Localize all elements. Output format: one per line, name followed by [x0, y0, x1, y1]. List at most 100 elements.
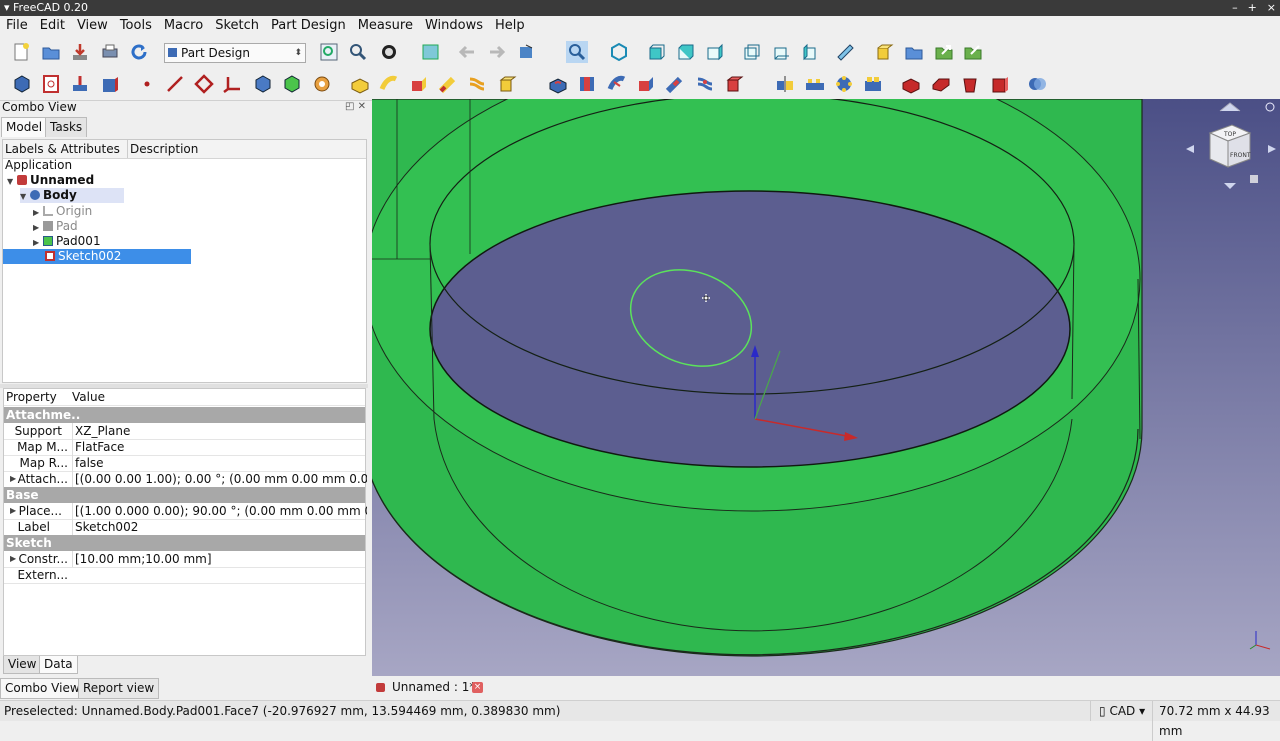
property-group-sketch[interactable]: Sketch — [4, 535, 365, 551]
datum-line-icon[interactable] — [164, 73, 186, 95]
tree-item-pad001[interactable]: ▶ Pad001 — [33, 234, 101, 249]
draft-icon[interactable] — [959, 73, 981, 95]
rear-view-icon[interactable] — [740, 41, 762, 63]
map-sketch-icon[interactable] — [99, 73, 121, 95]
tree-header-labels[interactable]: Labels & Attributes — [5, 140, 120, 158]
create-group-icon[interactable] — [903, 41, 925, 63]
zoom-icon[interactable] — [566, 41, 588, 63]
3d-viewport[interactable]: TOP FRONT — [372, 99, 1280, 676]
tree-item-pad[interactable]: ▶ Pad — [33, 219, 78, 234]
std-view-menu-icon[interactable] — [516, 41, 538, 63]
refresh-icon[interactable] — [128, 41, 150, 63]
property-row-label[interactable]: Label Sketch002 — [4, 519, 365, 536]
pad-icon[interactable] — [349, 73, 371, 95]
menu-edit[interactable]: Edit — [34, 16, 71, 36]
thickness-icon[interactable] — [989, 73, 1011, 95]
additive-loft-icon[interactable] — [408, 73, 430, 95]
additive-helix-icon[interactable] — [466, 73, 488, 95]
dock-buttons[interactable]: ◰ ✕ — [345, 100, 366, 114]
property-row-map-mode[interactable]: Map M... FlatFace — [4, 439, 365, 456]
menu-tools[interactable]: Tools — [114, 16, 158, 36]
additive-pipe-icon[interactable] — [437, 73, 459, 95]
expand-arrow-icon[interactable]: ▶ — [33, 205, 43, 220]
draw-style-icon[interactable] — [378, 41, 400, 63]
polar-pattern-icon[interactable] — [833, 73, 855, 95]
property-row-constraints[interactable]: ▶ Constr... [10.00 mm;10.00 mm] — [4, 551, 365, 568]
forward-arrow-icon[interactable] — [486, 41, 508, 63]
tree-item-body[interactable]: ▼ Body — [20, 188, 124, 203]
pocket-icon[interactable] — [547, 73, 569, 95]
property-value-attach-offset[interactable]: [(0.00 0.00 1.00); 0.00 °; (0.00 mm 0.00… — [72, 471, 367, 487]
multi-transform-icon[interactable] — [862, 73, 884, 95]
subtractive-helix-icon[interactable] — [694, 73, 716, 95]
link-icon[interactable] — [933, 41, 955, 63]
datum-point-icon[interactable] — [136, 73, 158, 95]
property-value-placement[interactable]: [(1.00 0.000 0.00); 90.00 °; (0.00 mm 0.… — [72, 503, 367, 519]
property-row-placement[interactable]: ▶ Place... [(1.00 0.000 0.00); 90.00 °; … — [4, 503, 367, 520]
front-view-icon[interactable] — [645, 41, 667, 63]
menu-measure[interactable]: Measure — [352, 16, 419, 36]
property-value-map-reversed[interactable]: false — [72, 455, 367, 471]
navcube-menu-icon[interactable] — [1250, 175, 1258, 183]
tab-view[interactable]: View — [3, 656, 42, 674]
property-value-map-mode[interactable]: FlatFace — [72, 439, 367, 455]
menu-view[interactable]: View — [71, 16, 114, 36]
menu-help[interactable]: Help — [489, 16, 531, 36]
top-view-icon[interactable] — [674, 41, 696, 63]
create-body-icon[interactable] — [11, 73, 33, 95]
subtractive-loft-icon[interactable] — [635, 73, 657, 95]
tab-tasks[interactable]: Tasks — [45, 117, 88, 137]
property-row-map-reversed[interactable]: Map R... false — [4, 455, 365, 472]
left-view-icon[interactable] — [799, 41, 821, 63]
isometric-view-icon[interactable] — [608, 41, 630, 63]
tree-item-document[interactable]: ▼ Unnamed — [7, 173, 94, 188]
property-row-support[interactable]: Support XZ_Plane — [4, 423, 365, 440]
right-view-icon[interactable] — [703, 41, 725, 63]
linear-pattern-icon[interactable] — [804, 73, 826, 95]
menu-part-design[interactable]: Part Design — [265, 16, 352, 36]
expand-arrow-icon[interactable]: ▼ — [7, 174, 17, 189]
back-arrow-icon[interactable] — [456, 41, 478, 63]
tab-report-view[interactable]: Report view — [78, 678, 160, 699]
link-actions-icon[interactable] — [962, 41, 984, 63]
inner-bore-face[interactable] — [429, 190, 1071, 468]
fillet-icon[interactable] — [900, 73, 922, 95]
chamfer-icon[interactable] — [930, 73, 952, 95]
expand-arrow-icon[interactable]: ▼ — [20, 189, 30, 204]
revolution-icon[interactable] — [378, 73, 400, 95]
bounding-box-icon[interactable] — [420, 41, 442, 63]
close-window-button[interactable]: × — [1267, 0, 1276, 16]
save-document-icon[interactable] — [69, 41, 91, 63]
expand-arrow-icon[interactable]: ▶ — [33, 220, 43, 235]
maximize-button[interactable]: + — [1248, 0, 1257, 16]
property-value-label[interactable]: Sketch002 — [72, 519, 367, 535]
property-row-attach-offset[interactable]: ▶ Attach... [(0.00 0.00 1.00); 0.00 °; (… — [4, 471, 367, 488]
document-tab[interactable]: Unnamed : 1* × — [372, 678, 492, 697]
menu-windows[interactable]: Windows — [419, 16, 489, 36]
bottom-view-icon[interactable] — [770, 41, 792, 63]
property-group-base[interactable]: Base — [4, 487, 365, 503]
menu-macro[interactable]: Macro — [158, 16, 209, 36]
open-document-icon[interactable] — [40, 41, 62, 63]
menu-sketch[interactable]: Sketch — [209, 16, 265, 36]
workbench-selector[interactable]: Part Design ⬍ — [164, 43, 306, 63]
3d-scene[interactable]: TOP FRONT — [372, 99, 1280, 676]
menu-file[interactable]: File — [0, 16, 34, 36]
fit-all-icon[interactable] — [318, 41, 340, 63]
print-icon[interactable] — [99, 41, 121, 63]
tab-combo-view[interactable]: Combo View — [0, 678, 85, 699]
close-tab-icon[interactable]: × — [472, 682, 483, 693]
tree-item-sketch002[interactable]: Sketch002 — [3, 249, 191, 264]
mirrored-icon[interactable] — [774, 73, 796, 95]
expand-arrow-icon[interactable]: ▶ — [33, 235, 43, 250]
tab-data[interactable]: Data — [39, 656, 78, 674]
additive-primitive-icon[interactable] — [496, 73, 518, 95]
subtractive-pipe-icon[interactable] — [664, 73, 686, 95]
hole-icon[interactable] — [576, 73, 598, 95]
shape-binder-icon[interactable] — [252, 73, 274, 95]
tree-header-description[interactable]: Description — [127, 140, 198, 158]
subshape-binder-icon[interactable] — [281, 73, 303, 95]
tree-item-origin[interactable]: ▶ Origin — [33, 204, 92, 219]
property-group-attachment[interactable]: Attachme.. — [4, 407, 365, 423]
navigation-style-selector[interactable]: ▯ CAD ▾ — [1090, 701, 1161, 721]
